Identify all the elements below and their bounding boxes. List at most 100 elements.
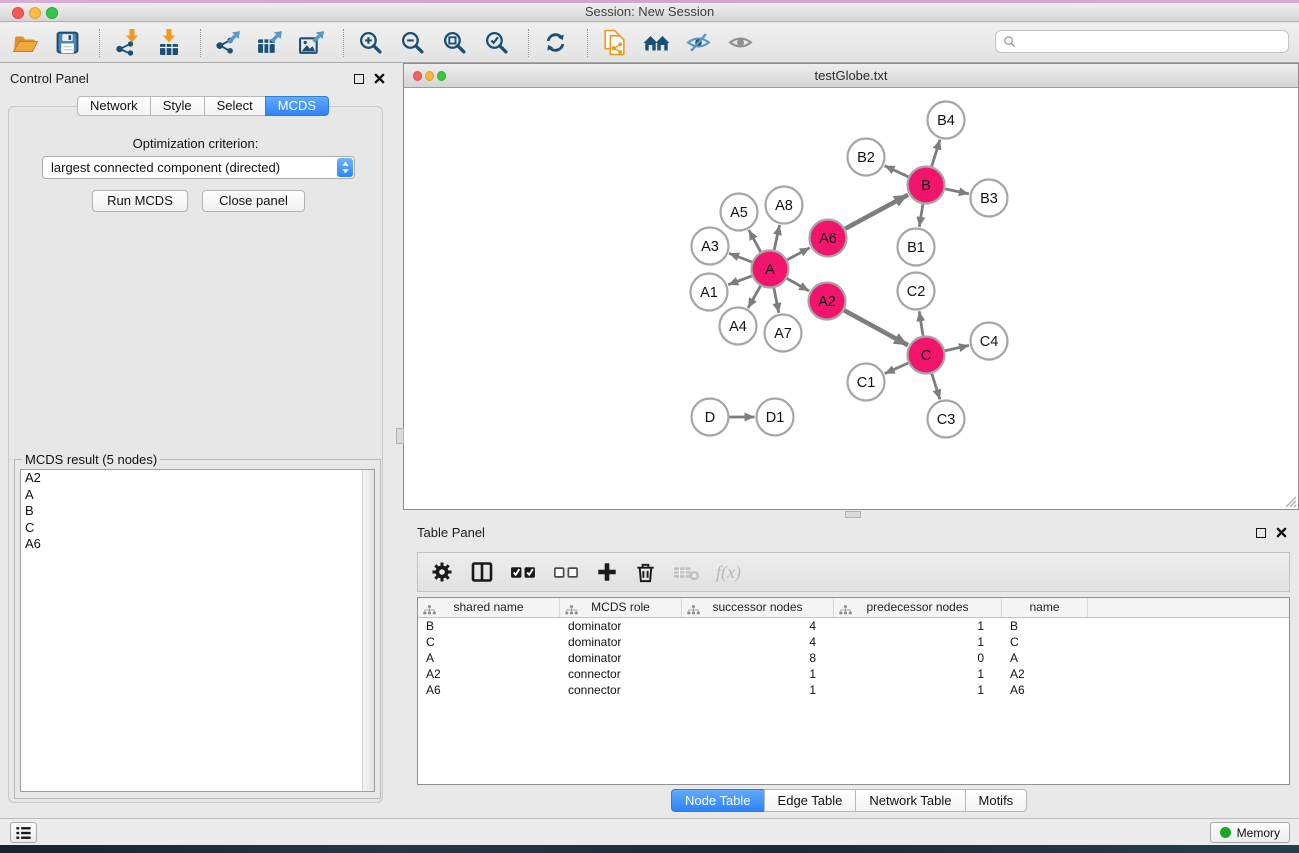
float-panel-icon[interactable] xyxy=(354,74,364,84)
search-box[interactable] xyxy=(995,30,1289,53)
table-cell[interactable]: A6 xyxy=(1002,682,1088,698)
table-cell[interactable]: 4 xyxy=(682,618,834,634)
table-row[interactable]: A6connector11A6 xyxy=(418,682,1289,698)
table-cell[interactable]: connector xyxy=(560,666,682,682)
search-input[interactable] xyxy=(1021,34,1281,49)
table-row[interactable]: Bdominator41B xyxy=(418,618,1289,634)
graph-node-B2[interactable]: B2 xyxy=(848,139,885,176)
graph-edge-A-A8[interactable] xyxy=(774,225,779,250)
task-history-button[interactable] xyxy=(10,822,37,843)
graph-node-A8[interactable]: A8 xyxy=(766,187,803,224)
graph-edge-B-B3[interactable] xyxy=(945,189,969,194)
graph-node-C4[interactable]: C4 xyxy=(971,323,1008,360)
table-cell[interactable]: 1 xyxy=(682,666,834,682)
graph-edge-A-A4[interactable] xyxy=(748,286,761,308)
split-divider-handle-vertical[interactable] xyxy=(396,428,404,444)
eye-slash-icon[interactable] xyxy=(683,27,714,58)
result-item[interactable]: B xyxy=(21,503,374,520)
table-cell[interactable]: 1 xyxy=(834,666,1002,682)
export-image-icon[interactable] xyxy=(296,27,327,58)
graph-edge-A-A6[interactable] xyxy=(787,248,810,260)
select-all-checkboxes-icon[interactable] xyxy=(510,559,537,585)
graph-node-D[interactable]: D xyxy=(692,399,729,436)
float-panel-icon[interactable] xyxy=(1256,528,1266,538)
tab-mcds[interactable]: MCDS xyxy=(265,96,329,116)
duplicate-network-icon[interactable] xyxy=(599,27,630,58)
graph-node-A4[interactable]: A4 xyxy=(720,308,757,345)
import-network-icon[interactable] xyxy=(111,27,142,58)
graph-edge-A-A3[interactable] xyxy=(729,253,752,262)
graph-edge-B-B1[interactable] xyxy=(919,204,923,227)
network-zoom-button[interactable] xyxy=(437,71,446,81)
graph-edge-C-C2[interactable] xyxy=(919,311,923,335)
export-network-icon[interactable] xyxy=(212,27,243,58)
split-divider-handle-horizontal[interactable] xyxy=(845,511,861,518)
zoom-selected-icon[interactable] xyxy=(481,27,512,58)
graph-node-B4[interactable]: B4 xyxy=(928,102,965,139)
graph-edge-A-A5[interactable] xyxy=(749,230,761,252)
columns-icon[interactable] xyxy=(470,559,494,585)
minimize-window-button[interactable] xyxy=(29,7,41,19)
deselect-all-checkboxes-icon[interactable] xyxy=(553,559,580,585)
graph-node-C2[interactable]: C2 xyxy=(898,273,935,310)
table-cell[interactable]: 1 xyxy=(682,682,834,698)
network-graph[interactable]: B4B2BB3A8A5A6A3B1AA1C2A2A4A7C4CC1DD1C3 xyxy=(404,88,1297,508)
graph-edge-C-C3[interactable] xyxy=(932,374,940,400)
eye-icon[interactable] xyxy=(725,27,756,58)
column-header-shared-name[interactable]: shared name xyxy=(418,598,560,617)
export-table-icon[interactable] xyxy=(254,27,285,58)
table-cell[interactable]: B xyxy=(418,618,560,634)
table-cell[interactable]: connector xyxy=(560,682,682,698)
graph-node-B3[interactable]: B3 xyxy=(971,180,1008,217)
network-minimize-button[interactable] xyxy=(425,71,434,81)
graph-edge-B-B2[interactable] xyxy=(885,166,909,177)
graph-node-A6[interactable]: A6 xyxy=(810,220,847,257)
table-cell[interactable]: 1 xyxy=(834,682,1002,698)
table-cell[interactable]: dominator xyxy=(560,618,682,634)
table-row[interactable]: A2connector11A2 xyxy=(418,666,1289,682)
import-table-icon[interactable] xyxy=(153,27,184,58)
table-cell[interactable]: C xyxy=(1002,634,1088,650)
result-scrollbar[interactable] xyxy=(362,470,374,791)
graph-node-A1[interactable]: A1 xyxy=(691,274,728,311)
criterion-dropdown[interactable]: largest connected component (directed) xyxy=(42,156,355,179)
tab-network[interactable]: Network xyxy=(77,96,151,116)
graph-node-A3[interactable]: A3 xyxy=(692,228,729,265)
graph-node-A5[interactable]: A5 xyxy=(721,194,758,231)
tab-select[interactable]: Select xyxy=(204,96,266,116)
table-cell[interactable]: A6 xyxy=(418,682,560,698)
result-item[interactable]: A6 xyxy=(21,536,374,553)
graph-edge-C-C4[interactable] xyxy=(945,345,969,350)
tab-node-table[interactable]: Node Table xyxy=(671,789,765,812)
zoom-fit-icon[interactable] xyxy=(439,27,470,58)
gear-icon[interactable] xyxy=(430,559,454,585)
table-row[interactable]: Adominator80A xyxy=(418,650,1289,666)
table-cell[interactable]: dominator xyxy=(560,634,682,650)
graph-node-C1[interactable]: C1 xyxy=(848,364,885,401)
mcds-result-list[interactable]: A2ABCA6 xyxy=(20,469,375,792)
column-header-mcds-role[interactable]: MCDS role xyxy=(560,598,682,617)
table-cell[interactable]: A2 xyxy=(1002,666,1088,682)
table-cell[interactable]: A2 xyxy=(418,666,560,682)
close-panel-icon[interactable] xyxy=(1276,527,1287,538)
graph-node-B1[interactable]: B1 xyxy=(898,229,935,266)
result-item[interactable]: A xyxy=(21,487,374,504)
table-cell[interactable]: B xyxy=(1002,618,1088,634)
graph-edge-A2-C[interactable] xyxy=(844,310,908,345)
zoom-window-button[interactable] xyxy=(46,7,58,19)
window-resize-grip[interactable] xyxy=(1283,494,1297,508)
close-panel-icon[interactable] xyxy=(374,73,385,84)
graph-node-C3[interactable]: C3 xyxy=(928,401,965,438)
save-icon[interactable] xyxy=(52,27,83,58)
open-folder-icon[interactable] xyxy=(10,27,41,58)
column-header-successor-nodes[interactable]: successor nodes xyxy=(682,598,834,617)
table-cell[interactable]: A xyxy=(418,650,560,666)
zoom-out-icon[interactable] xyxy=(397,27,428,58)
graph-edge-C-C1[interactable] xyxy=(885,363,909,374)
tab-motifs[interactable]: Motifs xyxy=(965,789,1028,812)
graph-edge-A-A2[interactable] xyxy=(787,279,809,292)
run-mcds-button[interactable]: Run MCDS xyxy=(92,190,188,212)
close-window-button[interactable] xyxy=(12,7,24,19)
column-header-name[interactable]: name xyxy=(1002,598,1088,617)
table-cell[interactable]: C xyxy=(418,634,560,650)
